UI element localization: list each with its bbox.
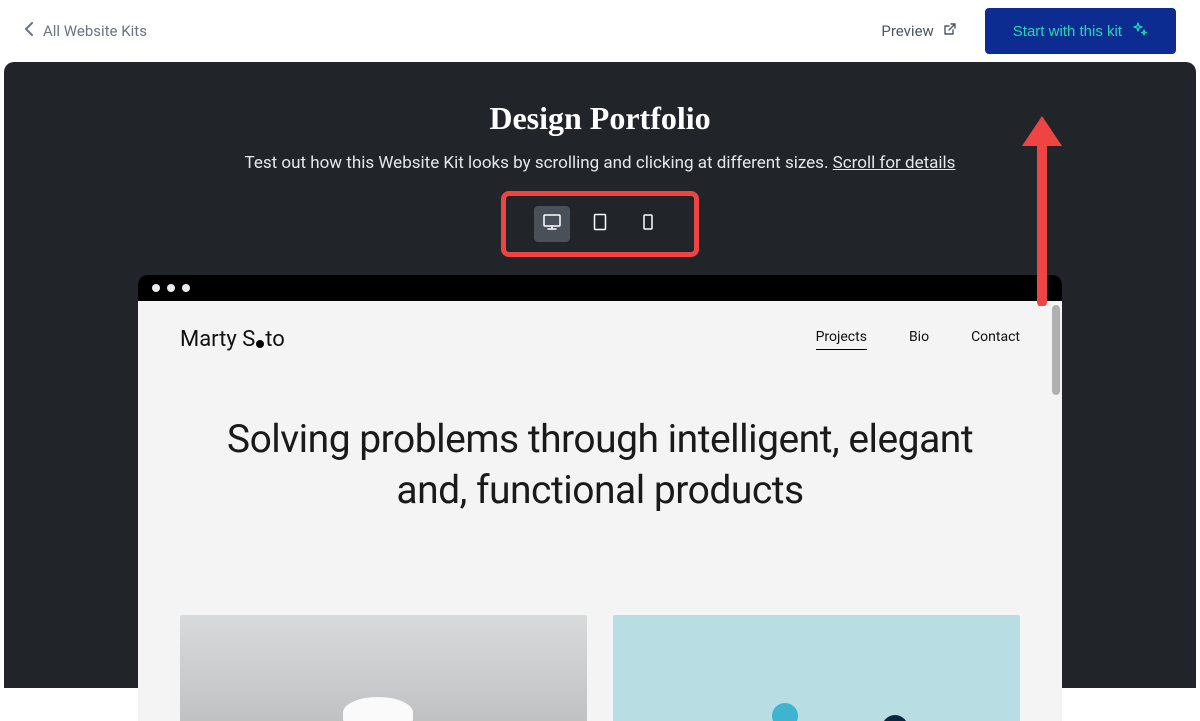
start-button-label: Start with this kit [1013, 23, 1122, 40]
desktop-view-button[interactable] [534, 206, 570, 242]
tablet-view-button[interactable] [582, 206, 618, 242]
external-link-icon [942, 22, 957, 41]
preview-label: Preview [881, 22, 933, 40]
site-nav: Projects Bio Contact [816, 329, 1020, 350]
preview-scrollbar[interactable] [1052, 305, 1060, 395]
chevron-left-icon [24, 22, 33, 40]
device-toggle-highlight-annotation [501, 191, 699, 257]
window-dot [167, 284, 175, 292]
site-gallery [138, 545, 1062, 721]
nav-bio[interactable]: Bio [909, 329, 929, 350]
gallery-image-2[interactable] [613, 615, 1020, 721]
tablet-icon [593, 213, 607, 235]
sparkle-icon [1132, 21, 1148, 41]
kit-preview-area: Design Portfolio Test out how this Websi… [4, 62, 1196, 688]
top-bar-actions: Preview Start with this kit [881, 8, 1176, 54]
nav-projects[interactable]: Projects [816, 329, 867, 350]
nav-contact[interactable]: Contact [971, 329, 1020, 350]
kit-title: Design Portfolio [4, 100, 1196, 137]
mobile-icon [643, 214, 653, 234]
site-hero-headline: Solving problems through intelligent, el… [138, 364, 1062, 545]
device-toggle-container [4, 191, 1196, 257]
logo-text-part1: Marty S [180, 327, 255, 352]
desktop-icon [542, 213, 562, 235]
top-bar: All Website Kits Preview Start with this… [0, 0, 1200, 62]
window-chrome [138, 275, 1062, 301]
site-header: Marty S to Projects Bio Contact [138, 301, 1062, 364]
kit-subtitle-text: Test out how this Website Kit looks by s… [245, 153, 833, 173]
logo-dot-icon [256, 340, 264, 348]
window-dot [182, 284, 190, 292]
site-preview-content[interactable]: Marty S to Projects Bio Contact Solving … [138, 301, 1062, 721]
gallery-image-1[interactable] [180, 615, 587, 721]
kit-subtitle: Test out how this Website Kit looks by s… [4, 153, 1196, 173]
logo-text-part2: to [265, 327, 285, 352]
site-logo[interactable]: Marty S to [180, 327, 285, 352]
back-to-kits-link[interactable]: All Website Kits [24, 22, 147, 40]
start-with-kit-button[interactable]: Start with this kit [985, 8, 1176, 54]
scroll-for-details-link[interactable]: Scroll for details [833, 153, 956, 173]
preview-button[interactable]: Preview [881, 22, 956, 41]
window-dot [152, 284, 160, 292]
mobile-view-button[interactable] [630, 206, 666, 242]
back-link-label: All Website Kits [43, 22, 147, 40]
preview-window: Marty S to Projects Bio Contact Solving … [138, 275, 1062, 721]
